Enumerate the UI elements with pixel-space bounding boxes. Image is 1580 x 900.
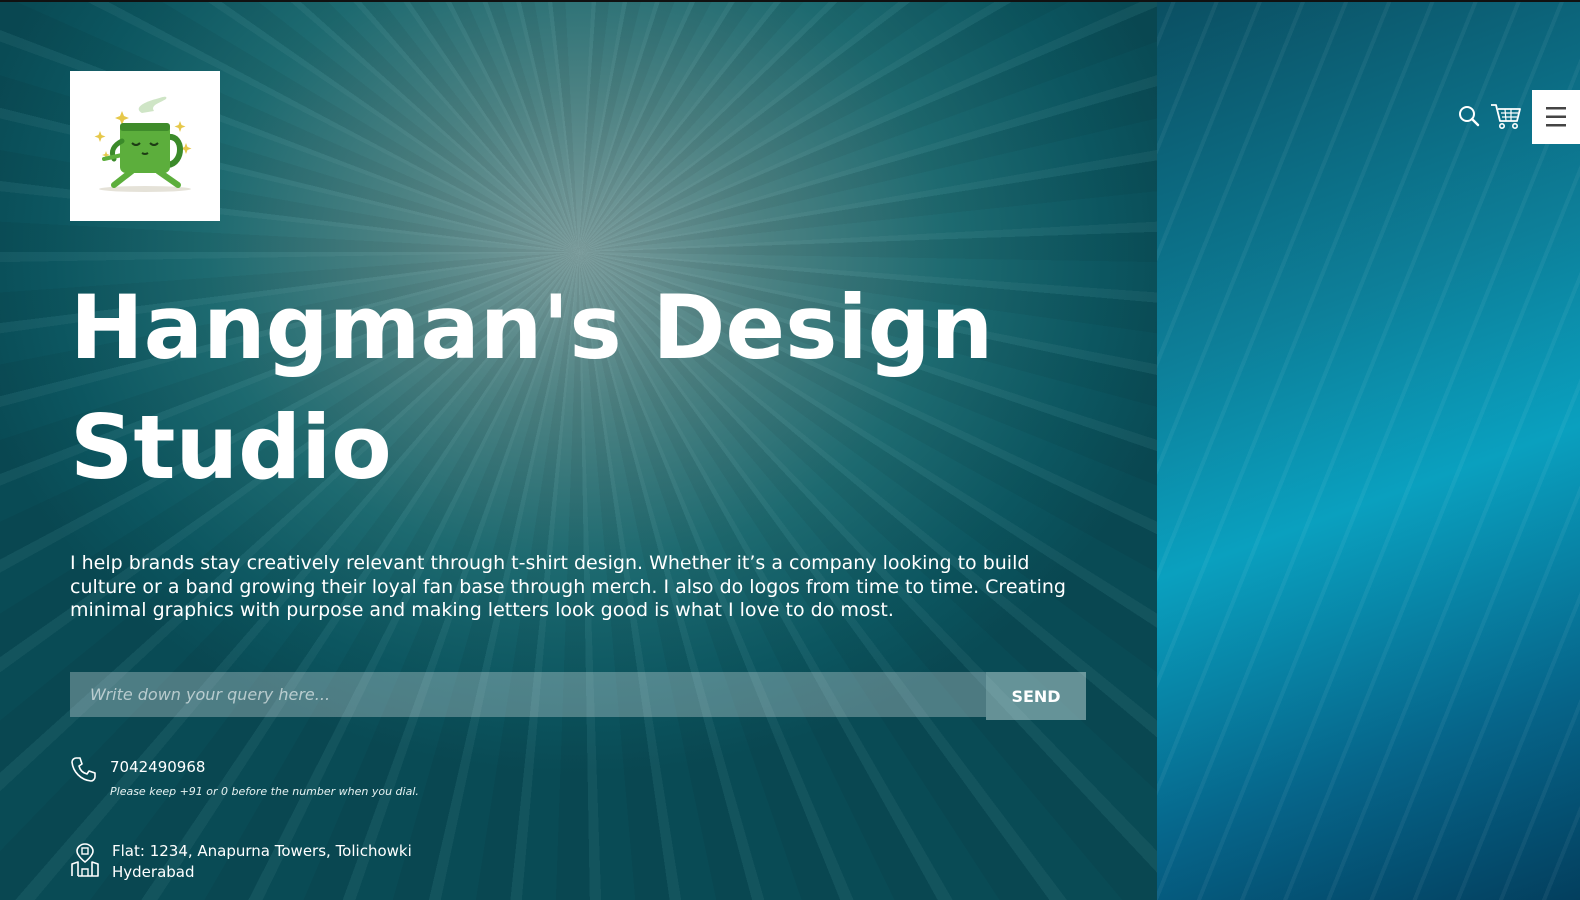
site-logo[interactable]	[70, 71, 220, 221]
hamburger-menu-icon	[1546, 107, 1566, 127]
page-title: Hangman's Design Studio	[70, 276, 994, 499]
intro-paragraph: I help brands stay creatively relevant t…	[70, 552, 1066, 621]
top-border	[0, 0, 1580, 2]
phone-number[interactable]: 7042490968	[110, 758, 205, 776]
menu-button[interactable]	[1532, 90, 1580, 144]
address-line-1: Flat: 1234, Anapurna Towers, Tolichowki	[112, 842, 412, 860]
cart-icon[interactable]	[1490, 102, 1522, 130]
query-form: SEND	[70, 672, 1086, 720]
location-building-icon	[71, 843, 99, 877]
phone-icon	[71, 757, 96, 782]
address-line-2: Hyderabad	[112, 863, 195, 881]
yoga-mug-logo-icon	[94, 96, 192, 192]
send-button[interactable]: SEND	[986, 672, 1086, 720]
search-icon[interactable]	[1458, 105, 1480, 127]
query-input[interactable]	[70, 672, 986, 717]
side-background	[1157, 0, 1580, 900]
phone-note: Please keep +91 or 0 before the number w…	[110, 785, 419, 798]
